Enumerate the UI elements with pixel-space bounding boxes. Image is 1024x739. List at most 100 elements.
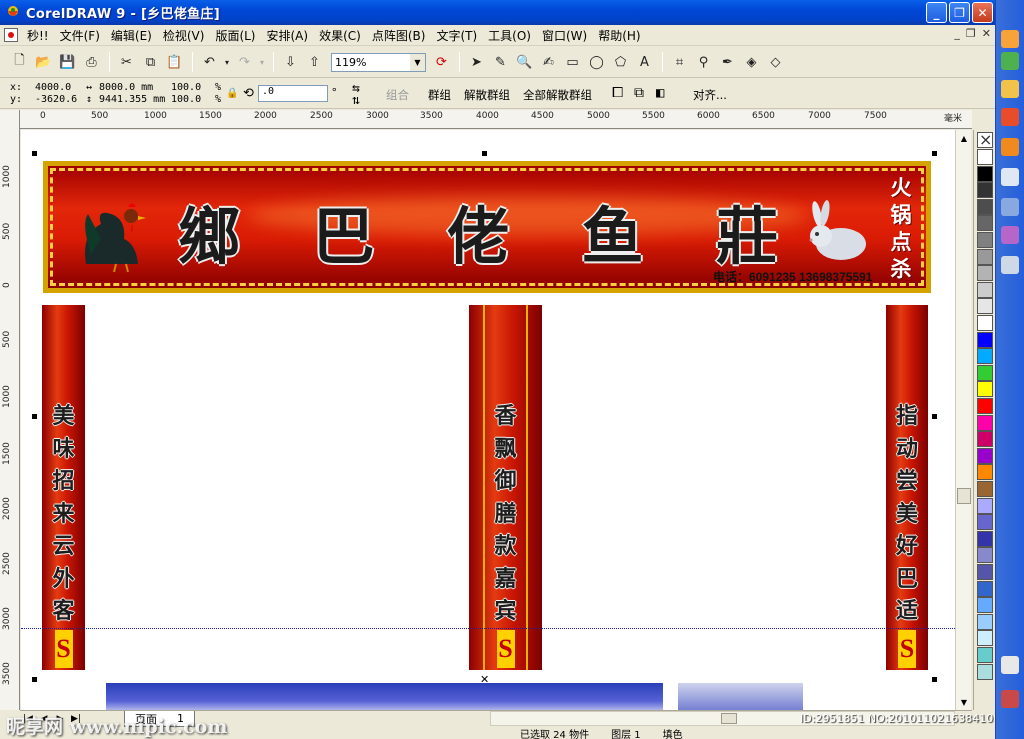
pick-tool-icon[interactable]: ➤ (465, 51, 488, 74)
reference-photo[interactable] (106, 683, 663, 710)
undo-icon[interactable]: ↶ (198, 51, 221, 74)
color-swatch[interactable] (977, 298, 993, 315)
selection-handle[interactable] (32, 677, 37, 682)
selection-handle[interactable] (932, 677, 937, 682)
color-swatch[interactable] (977, 647, 993, 663)
doc-restore-icon[interactable]: ❐ (966, 27, 976, 40)
color-swatch[interactable] (977, 514, 993, 531)
maximize-button[interactable]: ❐ (949, 2, 970, 23)
scale-x-field[interactable]: 100.0 (171, 82, 201, 93)
menu-edit[interactable]: 编辑(E) (108, 27, 160, 44)
menu-tools[interactable]: 工具(O) (485, 27, 539, 44)
menu-help[interactable]: 帮助(H) (595, 27, 648, 44)
polygon-tool-icon[interactable]: ⬠ (609, 51, 632, 74)
redo-icon[interactable]: ↷ (233, 51, 256, 74)
zoom-tool-icon[interactable]: 🔍 (513, 51, 536, 74)
minimize-button[interactable]: _ (926, 2, 947, 23)
height-field[interactable]: 9441.355 mm (99, 94, 165, 105)
menu-window[interactable]: 窗口(W) (539, 27, 595, 44)
y-position-field[interactable]: -3620.6 (35, 94, 77, 105)
right-couplet-banner[interactable]: 指 动 尝 美 好 巴 适 S (886, 305, 928, 670)
reference-photo[interactable] (678, 683, 803, 710)
color-swatch[interactable] (977, 398, 993, 414)
color-swatch[interactable] (977, 414, 993, 431)
scroll-thumb[interactable] (957, 488, 971, 504)
combine-button[interactable]: 组合 (386, 87, 409, 103)
align-button[interactable]: 对齐... (693, 87, 727, 103)
menu-arrange[interactable]: 安排(A) (264, 27, 317, 44)
menu-effects[interactable]: 效果(C) (316, 27, 369, 44)
color-swatch[interactable] (977, 597, 993, 614)
selection-handle[interactable] (482, 151, 487, 156)
fill-tool-icon[interactable]: ◈ (740, 51, 763, 74)
scroll-up-icon[interactable]: ▲ (957, 131, 971, 145)
text-tool-icon[interactable]: A (633, 51, 656, 74)
chevron-down-icon[interactable]: ▼ (410, 53, 425, 71)
picture-icon[interactable] (1001, 256, 1019, 274)
interactive-fill-icon[interactable]: ◇ (764, 51, 787, 74)
selection-handle[interactable] (32, 151, 37, 156)
save-icon[interactable]: 💾 (56, 51, 79, 74)
horizontal-guideline[interactable] (21, 628, 971, 629)
color-swatch[interactable] (977, 281, 993, 298)
no-fill-swatch[interactable] (977, 130, 993, 149)
print-icon[interactable]: ⎙ (80, 51, 103, 74)
outline-pen-icon[interactable]: ✒ (716, 51, 739, 74)
color-swatch[interactable] (977, 364, 993, 381)
ellipse-tool-icon[interactable]: ◯ (585, 51, 608, 74)
color-swatch[interactable] (977, 232, 993, 248)
color-swatch[interactable] (977, 580, 993, 597)
scroll-down-icon[interactable]: ▼ (957, 695, 971, 709)
menu-file[interactable]: 文件(F) (57, 27, 108, 44)
vertical-ruler[interactable]: 1000 500 0 500 1000 1500 2000 2500 3000 … (0, 110, 20, 710)
selection-handle[interactable] (932, 151, 937, 156)
color-swatch[interactable] (977, 248, 993, 265)
color-swatch[interactable] (977, 564, 993, 580)
paste-icon[interactable]: 📋 (163, 51, 186, 74)
horizontal-ruler[interactable]: 0 500 1000 1500 2000 2500 3000 3500 4000… (20, 110, 972, 129)
tray-icon[interactable] (1001, 690, 1019, 708)
ungroup-all-button[interactable]: 全部解散群组 (523, 87, 592, 103)
doc-minimize-icon[interactable]: _ (954, 27, 960, 40)
rectangle-tool-icon[interactable]: ▭ (561, 51, 584, 74)
color-swatch[interactable] (977, 663, 993, 680)
color-swatch[interactable] (977, 630, 993, 647)
menu-layout[interactable]: 版面(L) (212, 27, 263, 44)
menu-view[interactable]: 检视(V) (160, 27, 213, 44)
menu-text[interactable]: 文字(T) (433, 27, 485, 44)
window-icon[interactable] (1001, 198, 1019, 216)
cut-icon[interactable]: ✂ (115, 51, 138, 74)
mirror-vertical-icon[interactable]: ⇅ (352, 93, 360, 108)
color-swatch[interactable] (977, 265, 993, 282)
new-icon[interactable]: 🗋 (8, 51, 31, 74)
color-swatch[interactable] (977, 497, 993, 514)
color-swatch[interactable] (977, 547, 993, 564)
app-icon[interactable] (1001, 52, 1019, 70)
color-swatch[interactable] (977, 315, 993, 331)
selection-handle[interactable] (32, 414, 37, 419)
interactive-blend-icon[interactable]: ⌗ (668, 51, 691, 74)
close-button[interactable]: ✕ (972, 2, 993, 23)
restaurant-sign-board[interactable]: 鄉 巴 佬 鱼 莊 火 锅 点 杀 电话：6091235 13698375591 (43, 161, 931, 293)
folder-icon[interactable] (1001, 80, 1019, 98)
app-launcher-icon[interactable]: ⟳ (430, 51, 453, 74)
notepad-icon[interactable] (1001, 168, 1019, 186)
rotation-angle-field[interactable]: .0 (258, 85, 328, 102)
eyedropper-icon[interactable]: ⚲ (692, 51, 715, 74)
color-swatch[interactable] (977, 431, 993, 448)
color-swatch[interactable] (977, 464, 993, 481)
browser-icon[interactable] (1001, 30, 1019, 48)
doc-close-icon[interactable]: ✕ (982, 27, 991, 40)
trim-icon[interactable]: ⧉ (634, 85, 644, 101)
vertical-scrollbar[interactable]: ▲ ▼ (955, 130, 971, 710)
import-icon[interactable]: ⇩ (279, 51, 302, 74)
width-field[interactable]: 8000.0 mm (99, 82, 153, 93)
media-icon[interactable] (1001, 226, 1019, 244)
firefox-icon[interactable] (1001, 138, 1019, 156)
shape-tool-icon[interactable]: ✎ (489, 51, 512, 74)
color-swatch[interactable] (977, 215, 993, 232)
color-swatch[interactable] (977, 447, 993, 464)
drawing-canvas[interactable]: 鄉 巴 佬 鱼 莊 火 锅 点 杀 电话：6091235 13698375591… (21, 130, 971, 710)
lock-ratio-icon[interactable]: 🔒 (226, 88, 238, 99)
color-swatch[interactable] (977, 481, 993, 497)
